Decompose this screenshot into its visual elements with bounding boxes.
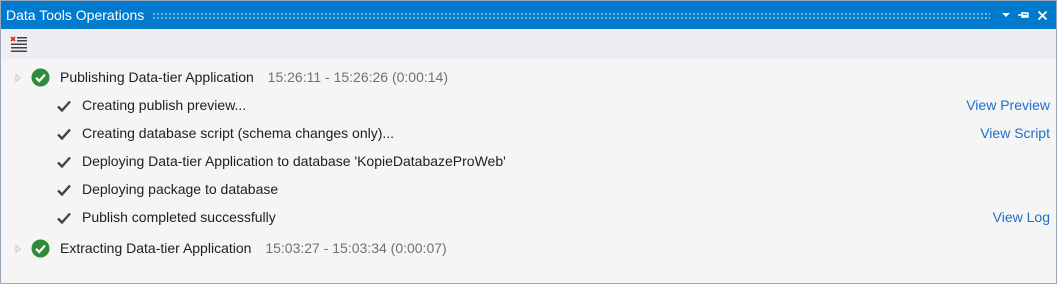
expander-arrow-icon[interactable] xyxy=(15,73,21,83)
operation-group-extracting[interactable]: Extracting Data-tier Application 15:03:2… xyxy=(1,238,1056,260)
clear-all-icon[interactable] xyxy=(9,34,29,54)
title-bar: Data Tools Operations xyxy=(1,1,1056,29)
operation-title-text: Extracting Data-tier Application xyxy=(60,240,252,256)
data-tools-operations-panel: Data Tools Operations Publishing Data-ti… xyxy=(0,0,1057,284)
success-icon xyxy=(31,68,50,87)
close-icon[interactable] xyxy=(1034,7,1050,23)
operations-list: Publishing Data-tier Application 15:26:1… xyxy=(1,59,1056,283)
step-text: Deploying package to database xyxy=(82,181,279,197)
step-text: Creating database script (schema changes… xyxy=(82,125,395,141)
operation-title: Publishing Data-tier Application 15:26:1… xyxy=(60,69,448,85)
view-log-link[interactable]: View Log xyxy=(993,209,1050,225)
step-text: Publish completed successfully xyxy=(82,209,276,225)
success-icon xyxy=(31,239,50,258)
checkmark-icon xyxy=(56,126,72,142)
expander-arrow-icon[interactable] xyxy=(15,244,21,254)
view-script-link[interactable]: View Script xyxy=(980,125,1050,141)
step-text: Deploying Data-tier Application to datab… xyxy=(82,153,506,169)
title-buttons xyxy=(998,7,1056,23)
checkmark-icon xyxy=(56,182,72,198)
checkmark-icon xyxy=(56,98,72,114)
chevron-down-icon[interactable] xyxy=(998,7,1014,23)
window-title: Data Tools Operations xyxy=(6,7,145,23)
step-row: Creating publish preview... View Preview xyxy=(1,95,1056,117)
toolbar xyxy=(1,29,1056,59)
step-row: Publish completed successfully View Log xyxy=(1,207,1056,229)
operation-time: 15:03:27 - 15:03:34 (0:00:07) xyxy=(265,240,447,256)
operation-time: 15:26:11 - 15:26:26 (0:00:14) xyxy=(267,69,448,85)
step-text: Creating publish preview... xyxy=(82,97,247,113)
checkmark-icon xyxy=(56,154,72,170)
checkmark-icon xyxy=(56,210,72,226)
title-grip[interactable] xyxy=(152,11,990,19)
step-row: Deploying Data-tier Application to datab… xyxy=(1,151,1056,173)
pin-icon[interactable] xyxy=(1016,7,1032,23)
step-row: Deploying package to database xyxy=(1,179,1056,201)
operation-group-publishing[interactable]: Publishing Data-tier Application 15:26:1… xyxy=(1,67,1056,89)
operation-title: Extracting Data-tier Application 15:03:2… xyxy=(60,240,447,256)
operation-title-text: Publishing Data-tier Application xyxy=(60,69,254,85)
view-preview-link[interactable]: View Preview xyxy=(966,97,1050,113)
step-row: Creating database script (schema changes… xyxy=(1,123,1056,145)
